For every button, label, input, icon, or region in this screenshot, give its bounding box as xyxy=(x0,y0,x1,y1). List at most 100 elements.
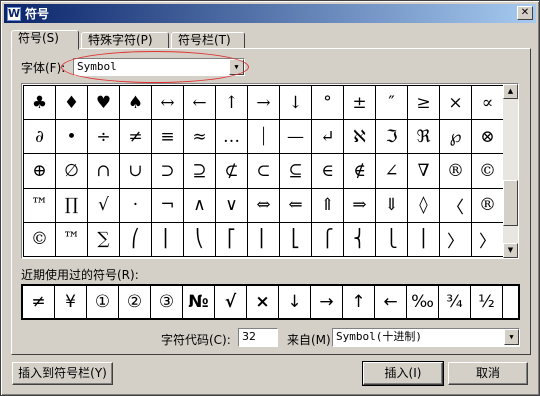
symbol-cell[interactable]: ∈ xyxy=(312,154,344,189)
symbol-cell[interactable]: ← xyxy=(184,86,216,121)
vertical-scrollbar[interactable]: ▲ ▼ xyxy=(503,84,518,258)
symbol-cell[interactable]: ® xyxy=(440,154,472,189)
symbol-cell[interactable]: ∨ xyxy=(216,188,248,223)
symbol-cell[interactable]: ♥ xyxy=(88,86,120,121)
symbol-cell[interactable]: — xyxy=(280,120,312,155)
symbol-cell[interactable]: ∝ xyxy=(472,86,504,121)
symbol-cell[interactable]: ® xyxy=(472,188,504,223)
recent-symbol-cell[interactable]: ‰ xyxy=(407,286,439,318)
scroll-down-icon[interactable]: ▼ xyxy=(503,243,518,258)
from-select[interactable]: Symbol(十进制) ▼ xyxy=(332,328,520,347)
symbol-cell[interactable]: ⎢ xyxy=(248,222,280,257)
symbol-cell[interactable]: ℵ xyxy=(344,120,376,155)
symbol-cell[interactable]: ⊂ xyxy=(248,154,280,189)
symbol-cell[interactable]: 〈 xyxy=(440,188,472,223)
symbol-cell[interactable]: ⎧ xyxy=(312,222,344,257)
recent-symbol-cell[interactable]: ↓ xyxy=(279,286,311,318)
symbol-cell[interactable]: ⇔ xyxy=(248,188,280,223)
symbol-cell[interactable]: … xyxy=(216,120,248,155)
char-code-input[interactable]: 32 xyxy=(238,328,278,347)
close-button[interactable]: ✕ xyxy=(517,6,533,20)
chevron-down-icon[interactable]: ▼ xyxy=(229,59,244,75)
symbol-cell[interactable]: ¬ xyxy=(152,188,184,223)
symbol-cell[interactable]: ° xyxy=(312,86,344,121)
symbol-cell[interactable]: ⎪ xyxy=(408,222,440,257)
symbol-cell[interactable]: ⊆ xyxy=(280,154,312,189)
symbol-cell[interactable]: ⎨ xyxy=(344,222,376,257)
symbol-cell[interactable]: ⇓ xyxy=(376,188,408,223)
symbol-cell[interactable]: ∑ xyxy=(88,222,120,257)
symbol-cell[interactable]: ∂ xyxy=(24,120,56,155)
recent-symbol-cell[interactable]: ↑ xyxy=(343,286,375,318)
symbol-cell[interactable]: ℘ xyxy=(440,120,472,155)
symbol-cell[interactable]: ± xyxy=(344,86,376,121)
symbol-cell[interactable]: ™ xyxy=(24,188,56,223)
symbol-cell[interactable]: ™ xyxy=(56,222,88,257)
symbol-cell[interactable]: ↔ xyxy=(152,86,184,121)
symbol-cell[interactable]: ≥ xyxy=(408,86,440,121)
symbol-cell[interactable]: ♣ xyxy=(24,86,56,121)
symbol-cell[interactable]: ⎣ xyxy=(280,222,312,257)
symbol-cell[interactable]: ∏ xyxy=(56,188,88,223)
tab-symbol-bar[interactable]: 符号栏(T) xyxy=(171,32,245,49)
recent-symbol-cell[interactable]: × xyxy=(247,286,279,318)
symbol-cell[interactable]: ↵ xyxy=(312,120,344,155)
symbol-cell[interactable]: ⊗ xyxy=(472,120,504,155)
recent-symbol-cell[interactable]: ① xyxy=(87,286,119,318)
cancel-button[interactable]: 取消 xyxy=(448,362,528,385)
insert-button[interactable]: 插入(I) xyxy=(362,361,444,386)
symbol-cell[interactable]: ⎛ xyxy=(120,222,152,257)
symbol-cell[interactable]: © xyxy=(472,154,504,189)
symbol-cell[interactable]: × xyxy=(440,86,472,121)
symbol-cell[interactable]: ≠ xyxy=(120,120,152,155)
scroll-thumb[interactable] xyxy=(503,180,518,226)
symbol-cell[interactable]: ≈ xyxy=(184,120,216,155)
recent-symbol-cell[interactable]: √ xyxy=(215,286,247,318)
symbol-cell[interactable]: ⇐ xyxy=(280,188,312,223)
symbol-cell[interactable]: ⎩ xyxy=(376,222,408,257)
insert-to-symbol-bar-button[interactable]: 插入到符号栏(Y) xyxy=(12,362,113,385)
symbol-cell[interactable]: ↓ xyxy=(280,86,312,121)
symbol-cell[interactable]: ♦ xyxy=(56,86,88,121)
symbol-cell[interactable]: ⎝ xyxy=(184,222,216,257)
recent-symbol-cell[interactable]: → xyxy=(311,286,343,318)
symbol-cell[interactable]: 〉 xyxy=(472,222,504,257)
symbol-cell[interactable]: √ xyxy=(88,188,120,223)
symbol-cell[interactable]: ⎡ xyxy=(216,222,248,257)
symbol-cell[interactable]: ↑ xyxy=(216,86,248,121)
symbol-cell[interactable]: ⊇ xyxy=(184,154,216,189)
symbol-cell[interactable]: • xyxy=(56,120,88,155)
symbol-cell[interactable]: ∅ xyxy=(56,154,88,189)
symbol-cell[interactable]: · xyxy=(120,188,152,223)
symbol-cell[interactable]: ∩ xyxy=(88,154,120,189)
symbol-cell[interactable]: → xyxy=(248,86,280,121)
symbol-cell[interactable]: ∇ xyxy=(408,154,440,189)
recent-symbol-cell[interactable]: ≠ xyxy=(23,286,55,318)
symbol-cell[interactable]: © xyxy=(24,222,56,257)
symbol-cell[interactable]: ÷ xyxy=(88,120,120,155)
symbol-cell[interactable]: ≡ xyxy=(152,120,184,155)
recent-symbol-cell[interactable]: ½ xyxy=(471,286,503,318)
symbol-cell[interactable]: ◊ xyxy=(408,188,440,223)
symbol-cell[interactable]: ⊃ xyxy=(152,154,184,189)
symbol-cell[interactable]: ″ xyxy=(376,86,408,121)
tab-symbols[interactable]: 符号(S) xyxy=(11,30,79,50)
symbol-cell[interactable]: ⊕ xyxy=(24,154,56,189)
tab-special-chars[interactable]: 特殊字符(P) xyxy=(81,32,169,49)
symbol-cell[interactable]: ⊄ xyxy=(216,154,248,189)
recent-symbol-cell[interactable]: ③ xyxy=(151,286,183,318)
recent-symbol-cell[interactable]: ← xyxy=(375,286,407,318)
scroll-up-icon[interactable]: ▲ xyxy=(503,84,518,99)
symbol-cell[interactable]: ∧ xyxy=(184,188,216,223)
symbol-cell[interactable]: ♠ xyxy=(120,86,152,121)
symbol-cell[interactable]: ∠ xyxy=(376,154,408,189)
font-select[interactable]: Symbol ▼ xyxy=(73,58,245,76)
symbol-cell[interactable]: 〉 xyxy=(440,222,472,257)
symbol-cell[interactable]: ℑ xyxy=(376,120,408,155)
symbol-cell[interactable]: ℜ xyxy=(408,120,440,155)
symbol-cell[interactable]: ⇒ xyxy=(344,188,376,223)
symbol-cell[interactable]: ⇑ xyxy=(312,188,344,223)
recent-symbol-cell[interactable]: ② xyxy=(119,286,151,318)
recent-symbol-cell[interactable]: № xyxy=(183,286,215,318)
recent-symbol-cell[interactable]: ¥ xyxy=(55,286,87,318)
